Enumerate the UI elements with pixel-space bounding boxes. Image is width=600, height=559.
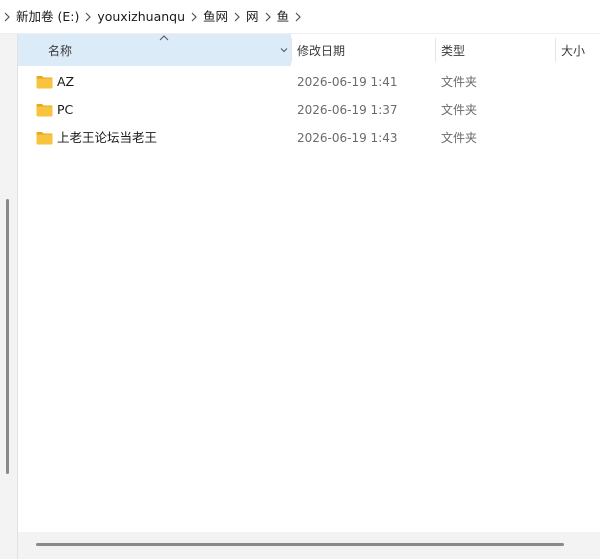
column-header-date-modified[interactable]: 修改日期 xyxy=(297,34,437,66)
chevron-right-icon[interactable] xyxy=(230,7,244,27)
chevron-right-icon[interactable] xyxy=(81,7,95,27)
breadcrumb-item-yuwang[interactable]: 鱼网 xyxy=(201,7,230,27)
navigation-scrollbar-thumb[interactable] xyxy=(6,199,9,474)
chevron-right-icon[interactable] xyxy=(0,7,14,27)
folder-icon xyxy=(36,132,53,145)
file-type: 文件夹 xyxy=(441,103,478,117)
file-row-laowang[interactable]: 上老王论坛当老王 2026-06-19 1:43 文件夹 xyxy=(18,124,600,152)
column-header-row: 名称 修改日期 类型 大小 xyxy=(18,34,600,66)
column-header-date-label: 修改日期 xyxy=(297,43,346,58)
breadcrumb-item-youxizhuanqu[interactable]: youxizhuanqu xyxy=(95,7,187,27)
file-type: 文件夹 xyxy=(441,75,478,89)
file-row-pc[interactable]: PC 2026-06-19 1:37 文件夹 xyxy=(18,96,600,124)
file-list: AZ 2026-06-19 1:41 文件夹 PC 2026-06-19 1:3… xyxy=(18,66,600,532)
column-divider[interactable] xyxy=(291,38,292,62)
file-date-modified: 2026-06-19 1:43 xyxy=(297,131,398,145)
chevron-down-icon[interactable] xyxy=(279,45,289,55)
navigation-pane[interactable] xyxy=(0,34,18,559)
file-row-az[interactable]: AZ 2026-06-19 1:41 文件夹 xyxy=(18,68,600,96)
chevron-right-icon[interactable] xyxy=(291,7,305,27)
breadcrumb-item-drive[interactable]: 新加卷 (E:) xyxy=(14,7,81,27)
chevron-right-icon[interactable] xyxy=(187,7,201,27)
column-header-type[interactable]: 类型 xyxy=(441,34,551,66)
folder-icon xyxy=(36,76,53,89)
file-date-modified: 2026-06-19 1:41 xyxy=(297,75,398,89)
column-header-name[interactable]: 名称 xyxy=(18,34,291,66)
breadcrumb-item-wang[interactable]: 网 xyxy=(244,7,261,27)
column-divider[interactable] xyxy=(555,38,556,62)
breadcrumb-item-yu[interactable]: 鱼 xyxy=(275,7,292,27)
sort-ascending-icon xyxy=(159,35,169,41)
file-type: 文件夹 xyxy=(441,131,478,145)
column-header-size[interactable]: 大小 xyxy=(561,34,600,66)
column-header-name-label: 名称 xyxy=(48,43,73,58)
chevron-right-icon[interactable] xyxy=(261,7,275,27)
breadcrumb: 新加卷 (E:) youxizhuanqu 鱼网 网 鱼 xyxy=(0,0,600,34)
file-name[interactable]: AZ xyxy=(57,68,74,96)
column-divider[interactable] xyxy=(435,38,436,62)
file-explorer-window: 新加卷 (E:) youxizhuanqu 鱼网 网 鱼 名称 修改日期 类型 … xyxy=(0,0,600,559)
folder-icon xyxy=(36,104,53,117)
file-name[interactable]: 上老王论坛当老王 xyxy=(57,124,157,152)
column-header-size-label: 大小 xyxy=(561,43,586,58)
column-header-type-label: 类型 xyxy=(441,43,466,58)
file-name[interactable]: PC xyxy=(57,96,73,124)
horizontal-scrollbar-thumb[interactable] xyxy=(36,543,564,546)
file-date-modified: 2026-06-19 1:37 xyxy=(297,103,398,117)
horizontal-scrollbar[interactable] xyxy=(18,532,600,559)
